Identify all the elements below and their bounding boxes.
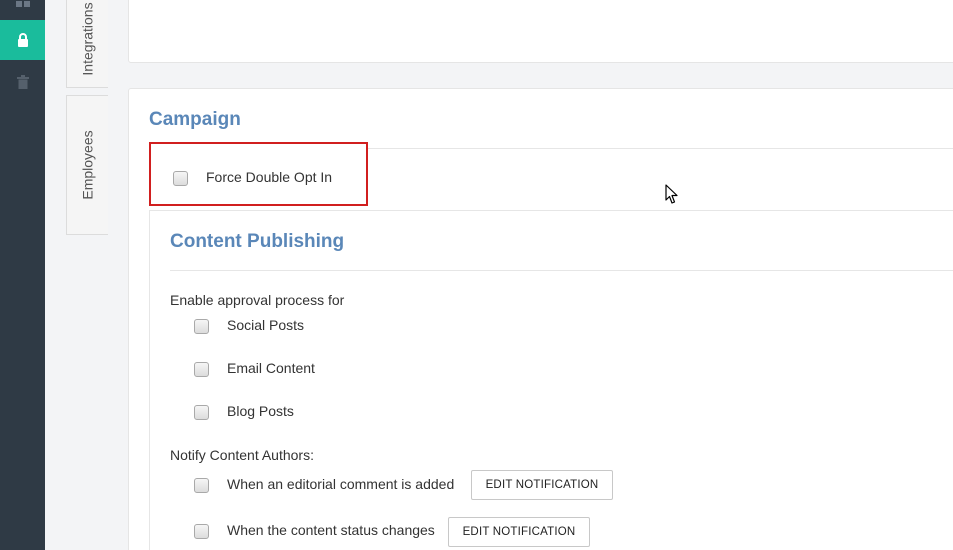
social-posts-checkbox[interactable] bbox=[194, 319, 209, 334]
editorial-comment-checkbox[interactable] bbox=[194, 478, 209, 493]
mouse-cursor-icon bbox=[665, 184, 678, 210]
top-panel bbox=[128, 0, 953, 63]
email-content-label: Email Content bbox=[227, 360, 315, 376]
campaign-heading: Campaign bbox=[149, 109, 241, 130]
social-posts-label: Social Posts bbox=[227, 317, 305, 333]
content-publishing-heading: Content Publishing bbox=[170, 231, 345, 252]
lock-icon[interactable] bbox=[0, 20, 45, 60]
edit-notification-button[interactable]: EDIT NOTIFICATION bbox=[471, 470, 613, 500]
force-double-opt-in-checkbox[interactable] bbox=[173, 171, 188, 186]
editorial-comment-label: When an editorial comment is added bbox=[227, 476, 455, 492]
trash-icon[interactable] bbox=[0, 62, 45, 102]
approval-process-label: Enable approval process for bbox=[170, 292, 345, 308]
blog-posts-checkbox[interactable] bbox=[194, 405, 209, 420]
dashboard-icon[interactable] bbox=[0, 0, 45, 18]
email-content-checkbox[interactable] bbox=[194, 362, 209, 377]
notify-authors-label: Notify Content Authors: bbox=[170, 447, 314, 463]
force-double-opt-in-label: Force Double Opt In bbox=[206, 169, 333, 185]
tab-integrations-label: Integrations bbox=[79, 2, 96, 76]
tab-employees[interactable]: Employees bbox=[66, 95, 108, 235]
divider bbox=[170, 270, 953, 271]
status-change-checkbox[interactable] bbox=[194, 524, 209, 539]
tab-employees-label: Employees bbox=[79, 130, 96, 200]
blog-posts-label: Blog Posts bbox=[227, 403, 294, 419]
tab-integrations[interactable]: Integrations bbox=[66, 0, 108, 88]
status-change-label: When the content status changes bbox=[227, 522, 435, 538]
left-sidebar bbox=[0, 0, 45, 550]
edit-notification-button[interactable]: EDIT NOTIFICATION bbox=[448, 517, 590, 547]
